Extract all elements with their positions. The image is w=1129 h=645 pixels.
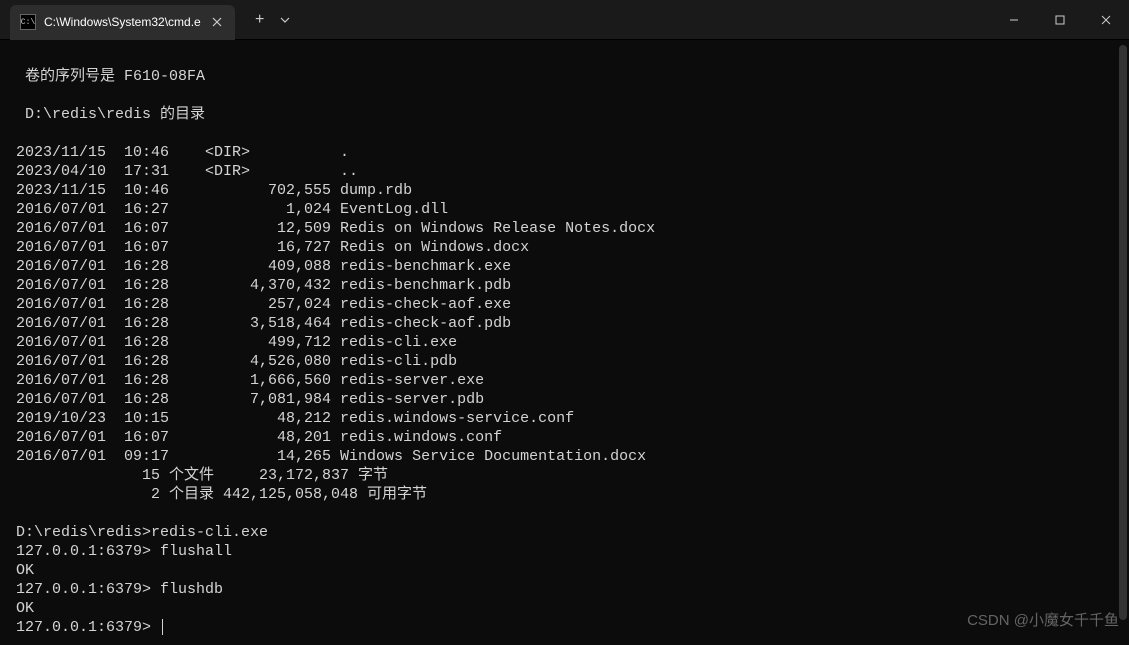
terminal-line: 2016/07/01 16:28 4,370,432 redis-benchma… (16, 277, 511, 294)
terminal-line: 2016/07/01 16:28 409,088 redis-benchmark… (16, 258, 511, 275)
terminal-line: D:\redis\redis 的目录 (16, 106, 205, 123)
terminal-output[interactable]: 卷的序列号是 F610-08FA D:\redis\redis 的目录 2023… (0, 40, 1129, 645)
tab-active[interactable]: C:\ C:\Windows\System32\cmd.e (10, 5, 235, 40)
terminal-line: 15 个文件 23,172,837 字节 (16, 467, 388, 484)
tab-title: C:\Windows\System32\cmd.e (44, 15, 201, 29)
terminal-line: 2016/07/01 16:27 1,024 EventLog.dll (16, 201, 448, 218)
terminal-line: OK (16, 600, 34, 617)
terminal-line: 2016/07/01 16:07 48,201 redis.windows.co… (16, 429, 502, 446)
titlebar: C:\ C:\Windows\System32\cmd.e + (0, 0, 1129, 40)
window-controls (991, 0, 1129, 40)
terminal-line: OK (16, 562, 34, 579)
close-button[interactable] (1083, 0, 1129, 40)
terminal-line: D:\redis\redis>redis-cli.exe (16, 524, 268, 541)
cmd-icon: C:\ (20, 14, 36, 30)
tab-dropdown-button[interactable] (275, 5, 295, 35)
minimize-button[interactable] (991, 0, 1037, 40)
terminal-line: 2016/07/01 16:28 499,712 redis-cli.exe (16, 334, 457, 351)
terminal-line: 2016/07/01 16:07 16,727 Redis on Windows… (16, 239, 529, 256)
terminal-line: 2023/04/10 17:31 <DIR> .. (16, 163, 358, 180)
watermark: CSDN @小魔女千千鱼 (967, 609, 1119, 630)
terminal-prompt: 127.0.0.1:6379> (16, 619, 160, 636)
close-icon[interactable] (209, 14, 225, 30)
scrollbar[interactable] (1119, 45, 1127, 620)
terminal-line: 2016/07/01 09:17 14,265 Windows Service … (16, 448, 646, 465)
terminal-line: 2 个目录 442,125,058,048 可用字节 (16, 486, 427, 503)
terminal-line: 2023/11/15 10:46 702,555 dump.rdb (16, 182, 412, 199)
terminal-line: 2016/07/01 16:28 4,526,080 redis-cli.pdb (16, 353, 457, 370)
terminal-line: 127.0.0.1:6379> flushdb (16, 581, 223, 598)
terminal-line: 2016/07/01 16:28 1,666,560 redis-server.… (16, 372, 484, 389)
cursor (162, 619, 163, 635)
terminal-line: 2016/07/01 16:07 12,509 Redis on Windows… (16, 220, 655, 237)
terminal-line: 127.0.0.1:6379> flushall (16, 543, 232, 560)
terminal-line: 卷的序列号是 F610-08FA (16, 68, 205, 85)
maximize-button[interactable] (1037, 0, 1083, 40)
new-tab-button[interactable]: + (245, 5, 275, 35)
terminal-line: 2019/10/23 10:15 48,212 redis.windows-se… (16, 410, 574, 427)
terminal-line: 2016/07/01 16:28 3,518,464 redis-check-a… (16, 315, 511, 332)
terminal-line: 2023/11/15 10:46 <DIR> . (16, 144, 349, 161)
terminal-line: 2016/07/01 16:28 257,024 redis-check-aof… (16, 296, 511, 313)
terminal-line: 2016/07/01 16:28 7,081,984 redis-server.… (16, 391, 484, 408)
